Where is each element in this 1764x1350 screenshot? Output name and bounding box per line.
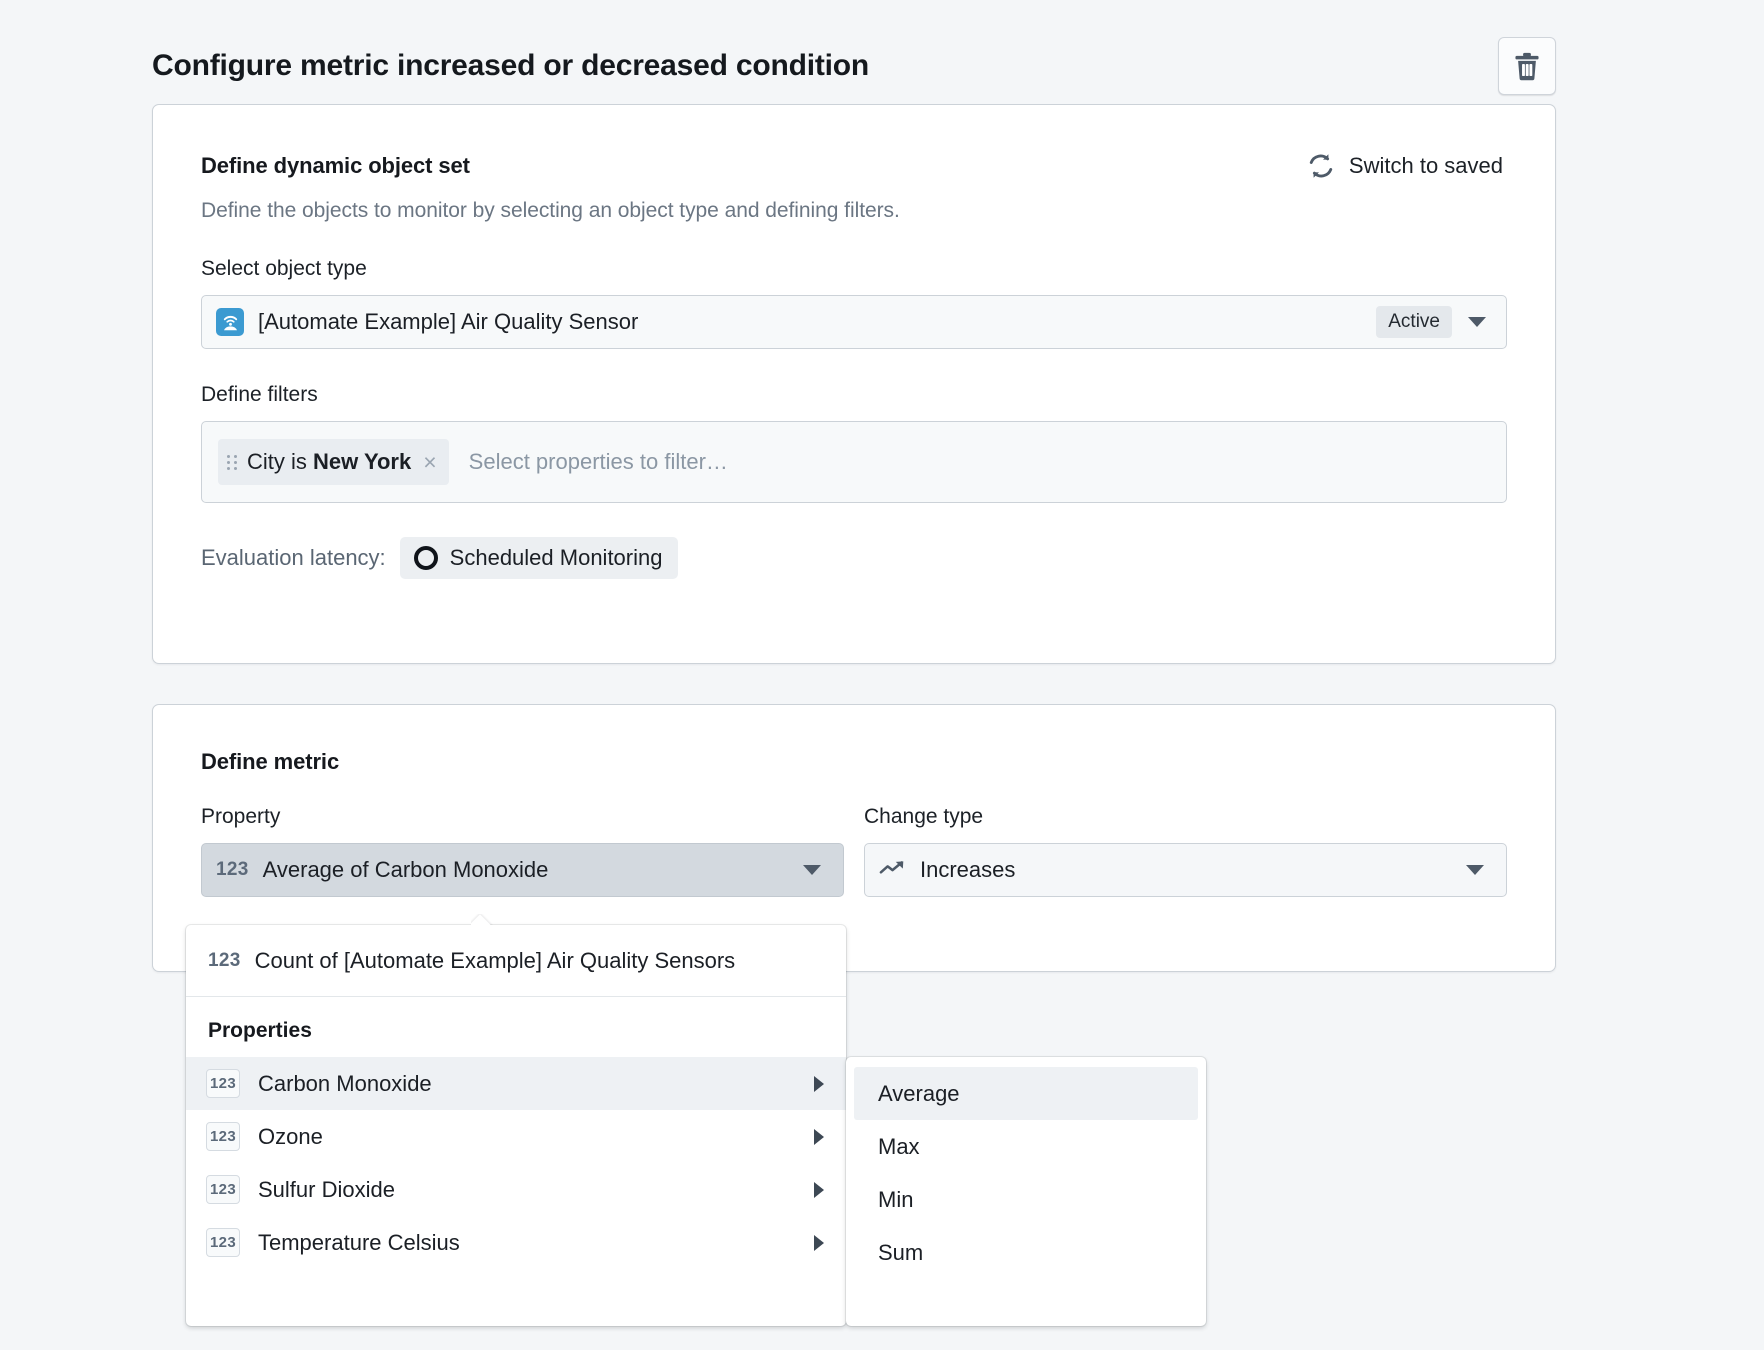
- define-dynamic-object-set-card: Define dynamic object set Switch to save…: [152, 104, 1556, 664]
- menu-item-carbon-monoxide[interactable]: 123 Carbon Monoxide: [186, 1057, 846, 1110]
- agg-item-sum[interactable]: Sum: [854, 1226, 1198, 1279]
- chevron-down-icon[interactable]: [1468, 317, 1486, 327]
- delete-condition-button[interactable]: [1498, 37, 1556, 95]
- chevron-down-icon[interactable]: [1466, 865, 1484, 875]
- evaluation-latency-row: Evaluation latency: Scheduled Monitoring: [201, 537, 1507, 579]
- clock-circle-icon: [413, 546, 438, 570]
- menu-item-temperature-celsius[interactable]: 123 Temperature Celsius: [186, 1216, 846, 1269]
- object-type-name: [Automate Example] Air Quality Sensor: [258, 309, 639, 334]
- property-label: Property: [201, 805, 281, 828]
- menu-pointer-arrow: [471, 914, 493, 925]
- chevron-right-icon[interactable]: [814, 1234, 824, 1251]
- object-set-description: Define the objects to monitor by selecti…: [201, 199, 900, 222]
- change-type-select[interactable]: Increases: [864, 843, 1507, 897]
- select-object-type-label: Select object type: [201, 257, 367, 280]
- scheduled-monitoring-badge[interactable]: Scheduled Monitoring: [399, 537, 679, 579]
- drag-handle-icon[interactable]: [227, 454, 237, 470]
- status-badge: Active: [1376, 306, 1452, 338]
- chevron-right-icon[interactable]: [814, 1181, 824, 1198]
- filter-placeholder-text[interactable]: Select properties to filter…: [469, 449, 728, 475]
- trash-icon: [1513, 51, 1541, 81]
- scheduled-monitoring-label: Scheduled Monitoring: [449, 545, 663, 570]
- page-title: Configure metric increased or decreased …: [152, 49, 870, 82]
- property-item-label: Ozone: [258, 1123, 323, 1149]
- menu-item-count-label: Count of [Automate Example] Air Quality …: [254, 947, 736, 973]
- page-header: Configure metric increased or decreased …: [152, 36, 1556, 96]
- chevron-right-icon[interactable]: [814, 1128, 824, 1145]
- property-select[interactable]: 123 Average of Carbon Monoxide: [201, 843, 844, 897]
- filter-chip-text: City is New York: [247, 449, 411, 475]
- number-type-badge: 123: [206, 1175, 240, 1204]
- change-type-column: Change type Increases: [864, 805, 1507, 897]
- change-type-value: Increases: [920, 857, 1016, 882]
- menu-item-sulfur-dioxide[interactable]: 123 Sulfur Dioxide: [186, 1163, 846, 1216]
- define-filters-label: Define filters: [201, 383, 318, 406]
- close-icon[interactable]: ×: [421, 450, 436, 474]
- menu-item-ozone[interactable]: 123 Ozone: [186, 1110, 846, 1163]
- define-metric-title: Define metric: [201, 749, 340, 774]
- number-type-badge: 123: [206, 1122, 240, 1151]
- property-item-label: Sulfur Dioxide: [258, 1176, 395, 1202]
- menu-item-count-of-object[interactable]: 123 Count of [Automate Example] Air Qual…: [186, 925, 846, 997]
- agg-item-average[interactable]: Average: [854, 1067, 1198, 1120]
- filter-chip-prefix: City is: [247, 449, 313, 474]
- air-quality-sensor-icon: [216, 308, 244, 336]
- switch-to-saved-button[interactable]: Switch to saved: [1306, 151, 1507, 181]
- change-type-label: Change type: [864, 805, 984, 828]
- number-type-badge: 123: [206, 1228, 240, 1257]
- number-type-badge: 123: [206, 1069, 240, 1098]
- filter-chip-value: New York: [313, 449, 412, 474]
- number-type-tag: 123: [216, 859, 249, 880]
- property-value: Average of Carbon Monoxide: [262, 857, 549, 882]
- object-type-select[interactable]: [Automate Example] Air Quality Sensor Ac…: [201, 295, 1507, 349]
- object-set-title: Define dynamic object set: [201, 153, 470, 178]
- filters-input-area[interactable]: City is New York × Select properties to …: [201, 421, 1507, 503]
- filter-chip-city[interactable]: City is New York ×: [218, 439, 449, 485]
- switch-to-saved-label: Switch to saved: [1348, 153, 1503, 178]
- chevron-down-icon[interactable]: [803, 865, 821, 875]
- trending-up-icon: [879, 858, 906, 883]
- property-column: Property 123 Average of Carbon Monoxide: [201, 805, 844, 897]
- agg-item-max[interactable]: Max: [854, 1120, 1198, 1173]
- object-set-header-row: Define dynamic object set Switch to save…: [201, 149, 1507, 183]
- evaluation-latency-label: Evaluation latency:: [201, 545, 386, 570]
- menu-section-properties: Properties: [208, 1019, 312, 1042]
- chevron-right-icon[interactable]: [814, 1075, 824, 1092]
- refresh-sync-icon: [1306, 151, 1336, 181]
- property-item-label: Carbon Monoxide: [258, 1070, 432, 1096]
- property-dropdown-menu: 123 Count of [Automate Example] Air Qual…: [186, 925, 846, 1326]
- property-item-label: Temperature Celsius: [258, 1229, 460, 1255]
- agg-item-min[interactable]: Min: [854, 1173, 1198, 1226]
- number-type-tag: 123: [208, 949, 241, 971]
- aggregation-submenu: Average Max Min Sum: [846, 1057, 1206, 1326]
